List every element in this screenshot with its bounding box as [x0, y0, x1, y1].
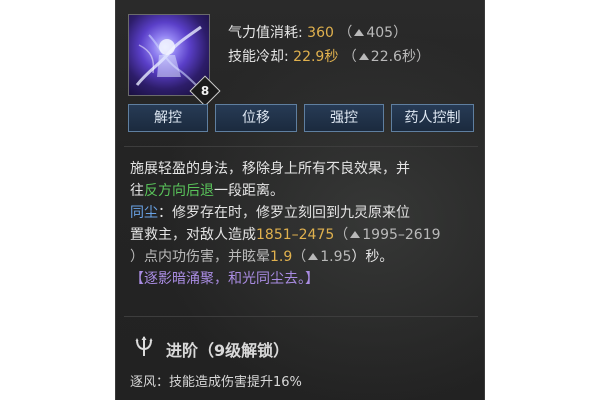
tag-displacement: 位移 — [215, 104, 297, 132]
desc-line: 同尘：修罗存在时，修罗立刻回到九灵原来位 — [130, 205, 410, 221]
upgrade-arrow-icon — [354, 29, 365, 36]
cooldown-label: 技能冷却: — [228, 49, 289, 65]
cooldown-row: 技能冷却: 22.9秒 （22.6秒） — [228, 49, 430, 65]
upgrade-arrow-icon — [308, 253, 319, 260]
desc-effect-name: 同尘 — [130, 205, 158, 221]
qi-cost-upgraded: 405 — [366, 25, 394, 41]
tag-hard-control: 强控 — [304, 104, 384, 132]
skill-tags: 解控 位移 强控 药人控制 — [128, 104, 474, 134]
cooldown-value: 22.9秒 — [293, 49, 339, 65]
desc-line: 置救主，对敌人造成1851–2475（ 1995–2619 — [130, 227, 441, 243]
advance-detail: 逐风：技能造成伤害提升16% — [130, 375, 302, 390]
desc-line: ）点内功伤害，并眩晕1.9（ 1.95）秒。 — [130, 249, 394, 265]
tag-unbind: 解控 — [128, 104, 208, 132]
skill-description: 施展轻盈的身法，移除身上所有不良效果，并 往反方向后退一段距离。 同尘：修罗存在… — [130, 158, 474, 290]
divider — [124, 316, 478, 317]
cooldown-upgraded: 22.6秒 — [370, 49, 416, 65]
qi-cost-row: 气力值消耗: 360 （405） — [228, 25, 408, 41]
skill-tooltip: 8 气力值消耗: 360 （405） 技能冷却: 22.9秒 （22.6秒） 解… — [115, 0, 485, 400]
advance-title: 进阶（9级解锁） — [166, 341, 290, 360]
skill-level: 8 — [200, 84, 210, 98]
qi-cost-label: 气力值消耗: — [228, 25, 303, 41]
stun-upgraded: 1.95 — [320, 249, 352, 265]
desc-flavor: 【逐影暗涌聚，和光同尘去。】 — [130, 271, 319, 287]
upgrade-arrow-icon — [358, 53, 369, 60]
stun-value: 1.9 — [270, 249, 293, 265]
divider — [124, 146, 478, 147]
damage-value: 1851–2475 — [256, 227, 335, 243]
trident-emblem-icon — [132, 334, 156, 358]
desc-line: 施展轻盈的身法，移除身上所有不良效果，并 — [130, 161, 410, 177]
damage-upgraded: 1995–2619 — [362, 227, 441, 243]
tag-puppet-control: 药人控制 — [391, 104, 474, 132]
desc-line: 往反方向后退一段距离。 — [130, 183, 284, 199]
qi-cost-value: 360 — [307, 25, 334, 41]
desc-highlight: 反方向后退 — [144, 183, 214, 199]
upgrade-arrow-icon — [350, 231, 361, 238]
